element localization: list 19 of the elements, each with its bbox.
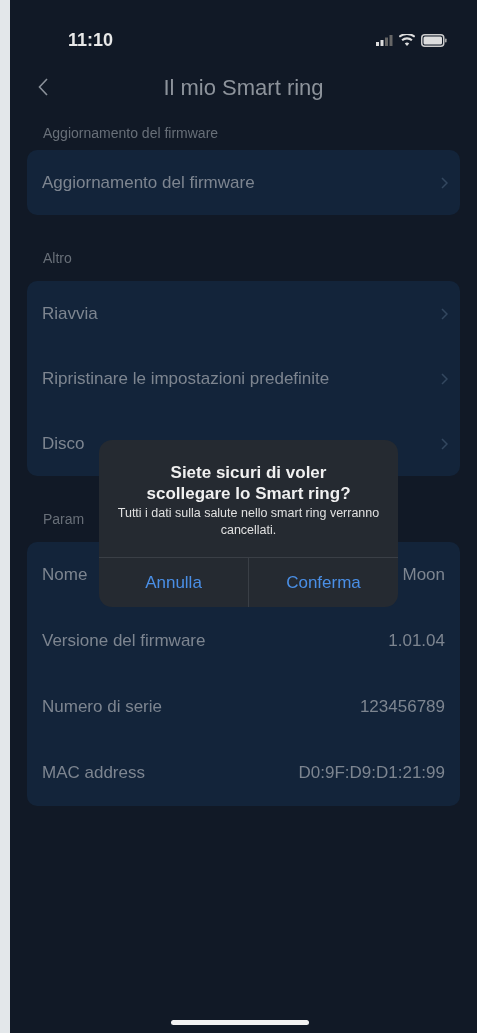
row-label: Nome bbox=[42, 564, 88, 587]
status-time: 11:10 bbox=[68, 28, 114, 52]
row-label: Disco bbox=[42, 432, 85, 455]
row-label: MAC address bbox=[42, 762, 145, 785]
dialog-message: Tutti i dati sulla salute nello smart ring verranno cancellati. bbox=[116, 505, 381, 539]
row-label: Ripristinare le impostazioni predefinite bbox=[42, 367, 330, 390]
section-label: Param bbox=[43, 510, 85, 529]
row-value: 1.01.04 bbox=[388, 630, 445, 653]
section-label: Aggiornamento del firmware bbox=[43, 124, 219, 143]
row-label: Aggiornamento del firmware bbox=[42, 171, 255, 194]
row-value: D0:9F:D9:D1:21:99 bbox=[298, 762, 445, 785]
page-title: Il mio Smart ring bbox=[163, 73, 324, 102]
row-value: Moon bbox=[402, 564, 445, 587]
section-label: Altro bbox=[43, 249, 72, 268]
row-label: Versione del firmware bbox=[42, 630, 206, 653]
row-label: Numero di serie bbox=[42, 696, 162, 719]
row-value: 123456789 bbox=[359, 696, 445, 719]
dialog-title: Siete sicuri di voler scollegare lo Smart ring? bbox=[145, 462, 352, 504]
row-label: Riavvia bbox=[42, 302, 98, 325]
